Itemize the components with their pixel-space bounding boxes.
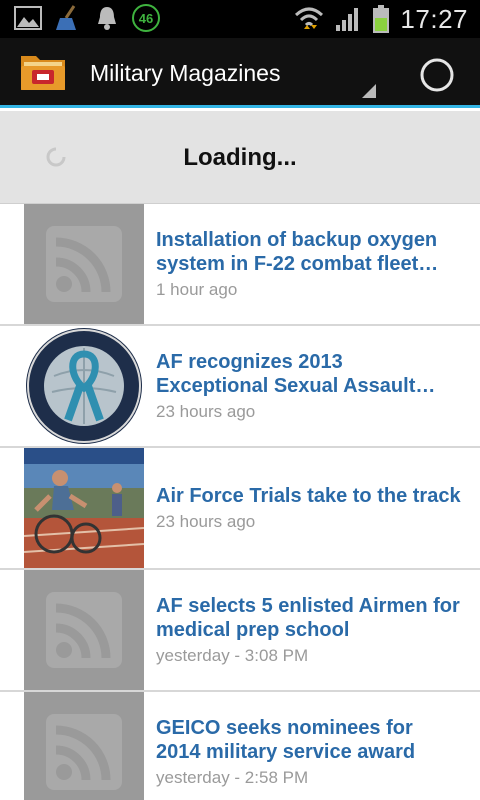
article-timestamp: 23 hours ago [156,512,256,531]
title-dropdown-indicator-icon[interactable] [362,84,376,98]
article-timestamp: 23 hours ago [156,402,256,421]
image-notification-icon [14,6,42,30]
action-bar: Military Magazines [0,38,480,108]
action-bar-accent-line [0,105,480,108]
signal-icon [336,8,359,31]
rss-icon [24,692,144,800]
article-title[interactable]: GEICO seeks nominees for 2014 military s… [156,716,468,764]
article-title[interactable]: Installation of backup oxygen system in … [156,228,468,276]
clock: 17:27 [400,3,468,34]
rss-icon [24,204,144,324]
list-item[interactable]: Air Force Trials take to the track 23 ho… [0,448,480,570]
loading-text: Loading... [183,144,297,171]
status-right-icons: 17:27 [294,0,468,38]
article-title[interactable]: AF selects 5 enlisted Airmen for medical… [156,594,468,642]
rss-icon [24,570,144,690]
list-item[interactable]: AF selects 5 enlisted Airmen for medical… [0,570,480,692]
wheelchair-race-photo-thumbnail [24,448,144,568]
list-item-text: Installation of backup oxygen system in … [156,204,468,324]
list-item-text: GEICO seeks nominees for 2014 military s… [156,692,468,800]
article-list: Installation of backup oxygen system in … [0,204,480,800]
app-title[interactable]: Military Magazines [90,60,280,87]
list-item-text: Air Force Trials take to the track 23 ho… [156,448,468,568]
status-left-icons: 46 [14,4,160,32]
rss-placeholder-thumbnail [24,692,144,800]
battery-level-badge-icon: 46 [132,4,160,32]
article-timestamp: yesterday - 3:08 PM [156,646,309,665]
loading-banner: Loading... [0,111,480,204]
wheelchair-race-photo-icon [24,448,144,568]
list-item-text: AF selects 5 enlisted Airmen for medical… [156,570,468,690]
list-item[interactable]: GEICO seeks nominees for 2014 military s… [0,692,480,800]
status-bar: 46 17:27 [0,0,480,38]
bell-icon [98,7,116,30]
list-item[interactable]: AF recognizes 2013 Exceptional Sexual As… [0,326,480,448]
article-timestamp: 1 hour ago [156,280,238,299]
article-timestamp: yesterday - 2:58 PM [156,768,309,787]
list-item[interactable]: Installation of backup oxygen system in … [0,204,480,326]
rss-placeholder-thumbnail [24,204,144,324]
list-item-text: AF recognizes 2013 Exceptional Sexual As… [156,326,468,446]
article-title[interactable]: AF recognizes 2013 Exceptional Sexual As… [156,350,468,398]
article-title[interactable]: Air Force Trials take to the track [156,484,468,508]
battery-icon [373,5,390,33]
folder-icon[interactable] [18,50,68,94]
sarc-seal-icon [26,328,142,444]
refresh-circle-icon[interactable] [418,56,456,94]
wifi-icon [295,7,324,29]
sarc-seal-thumbnail [24,326,144,446]
rss-placeholder-thumbnail [24,570,144,690]
broom-icon [56,5,76,30]
